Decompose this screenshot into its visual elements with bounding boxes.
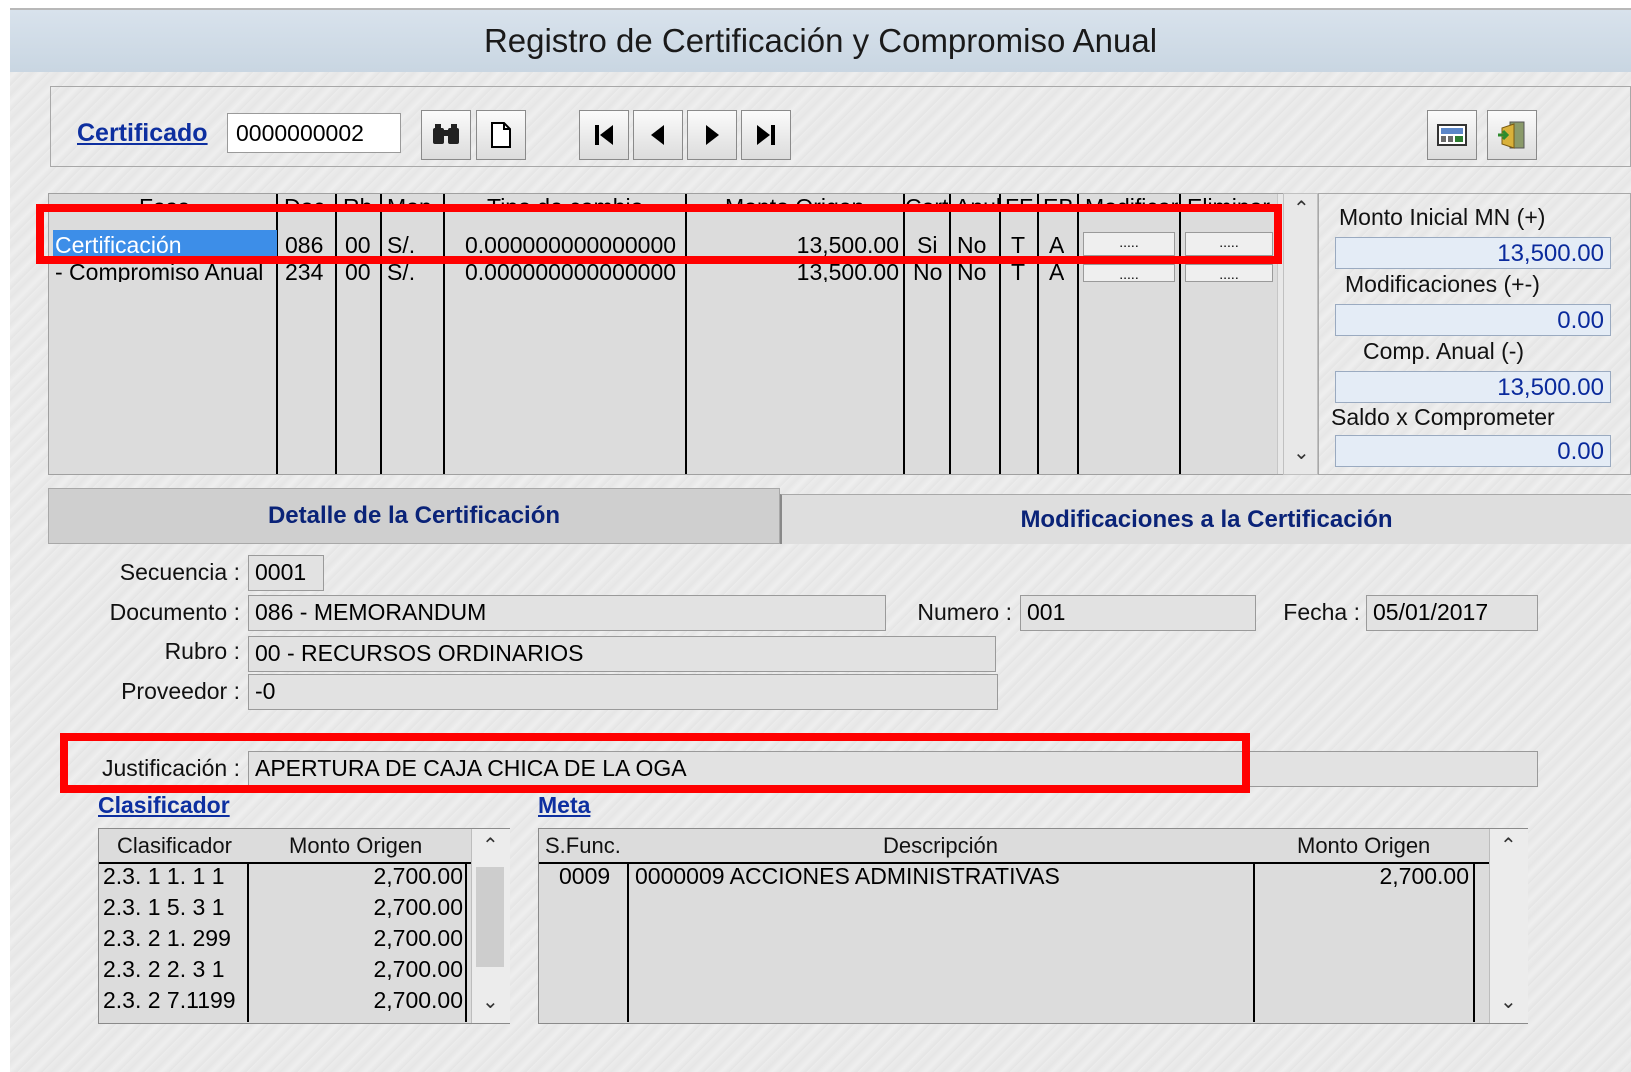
row2-eb: A [1049, 262, 1065, 282]
meta-row-sfunc[interactable]: 0009 [559, 863, 610, 890]
saldo-label: Saldo x Comprometer [1331, 404, 1555, 430]
proveedor-field: -0 [248, 674, 998, 710]
comp-anual-label: Comp. Anual (-) [1363, 338, 1525, 364]
numero-label: Numero : [917, 599, 1012, 625]
saldo-value: 0.00 [1335, 435, 1611, 467]
secuencia-field: 0001 [248, 555, 324, 591]
clasificador-row-code[interactable]: 2.3. 2 7.1199 [103, 987, 236, 1014]
calculator-report-icon[interactable] [1427, 110, 1477, 160]
certificado-link[interactable]: Certificado [77, 119, 208, 148]
exit-door-icon[interactable] [1487, 110, 1537, 160]
rubro-field: 00 - RECURSOS ORDINARIOS [248, 636, 996, 672]
window-title: Registro de Certificación y Compromiso A… [10, 10, 1631, 72]
clasificador-row-monto: 2,700.00 [373, 956, 463, 982]
meta-row-descripcion: 0000009 ACCIONES ADMINISTRATIVAS [635, 863, 1060, 889]
scroll-up-icon[interactable]: ⌃ [482, 833, 499, 858]
certificado-input[interactable] [227, 113, 401, 153]
meta-link[interactable]: Meta [538, 792, 590, 819]
row2-modificar-button[interactable]: ..... [1083, 264, 1175, 282]
scroll-thumb[interactable] [476, 867, 504, 967]
scroll-down-icon[interactable]: ⌄ [1500, 989, 1517, 1014]
row2-fase[interactable]: - Compromiso Anual [55, 262, 263, 282]
documento-field: 086 - MEMORANDUM [248, 595, 886, 631]
new-document-icon[interactable] [476, 110, 526, 160]
main-window: Registro de Certificación y Compromiso A… [10, 8, 1631, 1072]
clasificador-row-monto: 2,700.00 [373, 925, 463, 951]
clasificador-row-monto: 2,700.00 [373, 863, 463, 889]
monto-inicial-label: Monto Inicial MN (+) [1339, 204, 1546, 230]
comp-anual-value: 13,500.00 [1335, 371, 1611, 403]
clasificador-row-code[interactable]: 2.3. 2 2. 3 1 [103, 956, 224, 983]
clasificador-link[interactable]: Clasificador [98, 792, 230, 819]
meta-row-monto: 2,700.00 [1379, 863, 1469, 889]
row2-monto: 13,500.00 [796, 262, 899, 282]
meta-table: S.Func. Descripción Monto Origen 0009 00… [538, 828, 1528, 1024]
clasificador-table: Clasificador Monto Origen 2.3. 1 1. 1 1 … [98, 828, 510, 1024]
last-record-icon[interactable] [741, 110, 791, 160]
toolbar: Certificado [50, 86, 1631, 167]
tab-modificaciones[interactable]: Modificaciones a la Certificación [780, 494, 1631, 544]
monto-inicial-value: 13,500.00 [1335, 237, 1611, 269]
clasificador-row-monto: 2,700.00 [373, 894, 463, 920]
row2-eliminar-button[interactable]: ..... [1185, 264, 1273, 282]
numero-field: 001 [1020, 595, 1256, 631]
clasificador-row-code[interactable]: 2.3. 2 1. 299 [103, 925, 231, 952]
highlight-justificacion [60, 733, 1250, 793]
meta-col-sfunc: S.Func. [545, 833, 621, 858]
clasificador-row-code[interactable]: 2.3. 1 1. 1 1 [103, 863, 224, 890]
binoculars-icon[interactable] [421, 110, 471, 160]
first-record-icon[interactable] [579, 110, 629, 160]
previous-record-icon[interactable] [633, 110, 683, 160]
modificaciones-label: Modificaciones (+-) [1345, 271, 1540, 297]
meta-col-monto: Monto Origen [1297, 833, 1431, 858]
scroll-up-icon[interactable]: ⌃ [1293, 196, 1310, 221]
clasificador-scrollbar[interactable]: ⌃ ⌄ [471, 829, 510, 1023]
clasificador-row-code[interactable]: 2.3. 1 5. 3 1 [103, 894, 224, 921]
secuencia-label: Secuencia : [119, 559, 240, 585]
modificaciones-value: 0.00 [1335, 304, 1611, 336]
meta-scrollbar[interactable]: ⌃ ⌄ [1489, 829, 1528, 1023]
scroll-down-icon[interactable]: ⌄ [1293, 440, 1310, 465]
next-record-icon[interactable] [687, 110, 737, 160]
row2-tipo: 0.000000000000000 [465, 262, 677, 282]
rubro-label: Rubro : [164, 638, 240, 664]
row2-cert: No [913, 262, 943, 282]
phases-scrollbar[interactable]: ⌃ ⌄ [1283, 193, 1318, 475]
clasificador-col-code: Clasificador [117, 833, 232, 858]
documento-label: Documento : [109, 599, 240, 625]
scroll-down-icon[interactable]: ⌄ [482, 989, 499, 1014]
fecha-label: Fecha : [1283, 599, 1360, 625]
highlight-certificacion-row [36, 204, 1282, 264]
row2-doc: 234 [285, 262, 324, 282]
clasificador-col-monto: Monto Origen [289, 833, 423, 858]
row2-rb: 00 [345, 262, 371, 282]
proveedor-label: Proveedor : [121, 678, 240, 704]
row2-anul: No [957, 262, 987, 282]
fecha-field: 05/01/2017 [1366, 595, 1538, 631]
clasificador-row-monto: 2,700.00 [373, 987, 463, 1013]
row2-ff: T [1011, 262, 1026, 282]
row2-mon: S/. [387, 262, 416, 282]
tab-detalle[interactable]: Detalle de la Certificación [48, 488, 780, 544]
scroll-up-icon[interactable]: ⌃ [1500, 833, 1517, 858]
summary-panel: Monto Inicial MN (+) 13,500.00 Modificac… [1318, 193, 1631, 475]
meta-col-descripcion: Descripción [883, 833, 998, 858]
